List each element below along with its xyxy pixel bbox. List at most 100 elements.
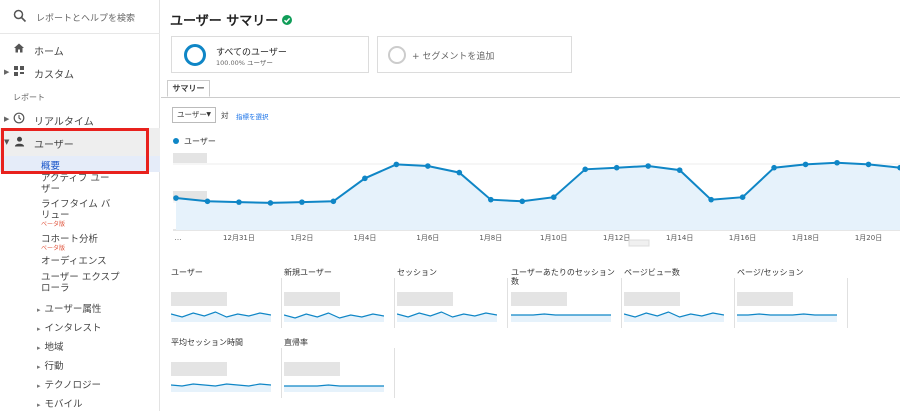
metric-card[interactable]: 平均セッション時間 xyxy=(171,338,284,393)
nav-cohort-label: コホート分析 xyxy=(41,234,99,245)
metric-card[interactable]: ユーザーあたりのセッション数 xyxy=(511,268,624,323)
legend-dot xyxy=(173,138,179,144)
metric-value-placeholder xyxy=(511,292,567,306)
select-metric-link[interactable]: 指標を選択 xyxy=(236,111,269,121)
metric-card[interactable]: セッション xyxy=(397,268,510,323)
search-bar[interactable]: レポートとヘルプを検索 xyxy=(0,0,160,34)
metric-value-placeholder xyxy=(284,362,340,376)
nav-user-explorer[interactable]: ユーザー エクスプローラ xyxy=(41,272,121,294)
beta-badge: ベータ版 xyxy=(41,221,66,228)
nav-audience[interactable]: オーディエンス xyxy=(41,256,107,267)
data-point[interactable] xyxy=(834,159,840,166)
metric-sparkline xyxy=(171,383,271,392)
data-point[interactable] xyxy=(550,194,557,200)
nav-interests[interactable]: ▸ インタレスト xyxy=(37,320,102,334)
data-point[interactable] xyxy=(582,166,589,173)
nav-demographics[interactable]: ▸ ユーザー属性 xyxy=(37,301,101,315)
nav-users[interactable]: ▼ ユーザー xyxy=(0,128,160,156)
x-tick-label: 1月6日 xyxy=(416,234,439,242)
data-point[interactable] xyxy=(519,198,526,205)
metric-sparkline xyxy=(171,311,271,322)
caret-right-icon: ▸ xyxy=(37,401,41,409)
metric-card[interactable]: 新規ユーザー xyxy=(284,268,397,323)
chart-scroll-handle[interactable] xyxy=(628,239,650,247)
home-icon xyxy=(14,43,24,53)
x-tick-label: 1月8日 xyxy=(479,234,502,242)
nav-mobile[interactable]: ▸ モバイル xyxy=(37,396,83,410)
metric-card[interactable]: ページ/セッション xyxy=(737,268,850,323)
data-point[interactable] xyxy=(456,169,463,176)
metric-divider xyxy=(847,278,848,328)
metric-divider xyxy=(394,278,395,328)
reports-section-label: レポート xyxy=(13,93,45,102)
data-point[interactable] xyxy=(267,200,274,206)
sparkline-area xyxy=(284,313,384,322)
x-tick-label: 1月2日 xyxy=(290,234,313,242)
nav-mobile-label: モバイル xyxy=(44,399,83,410)
nav-lifetime-value[interactable]: ライフタイム バリュー ベータ版 xyxy=(41,199,117,228)
nav-geo-label: 地域 xyxy=(44,342,64,353)
metric-card[interactable]: 直帰率 xyxy=(284,338,397,393)
main-content: ユーザー サマリー すべてのユーザー 100.00% ユーザー + セグメントを… xyxy=(161,0,900,411)
data-point[interactable] xyxy=(393,161,400,168)
metric-divider xyxy=(507,278,508,328)
data-point[interactable] xyxy=(236,199,242,205)
nav-custom[interactable]: ▶ カスタム xyxy=(0,65,160,81)
data-point[interactable] xyxy=(708,196,714,203)
nav-custom-label: カスタム xyxy=(34,70,74,81)
metric-card[interactable]: ユーザー xyxy=(171,268,284,323)
metric-select[interactable]: ユーザー ▼ xyxy=(172,107,216,123)
metric-value-placeholder xyxy=(737,292,793,306)
segment-all-users[interactable]: すべてのユーザー 100.00% ユーザー xyxy=(171,36,369,73)
segment-ring-icon xyxy=(184,44,206,66)
nav-cohort-analysis[interactable]: コホート分析 ベータ版 xyxy=(41,234,121,252)
search-placeholder: レポートとヘルプを検索 xyxy=(36,14,136,24)
data-point[interactable] xyxy=(771,164,777,171)
data-point[interactable] xyxy=(299,199,305,205)
data-point[interactable] xyxy=(645,163,651,169)
metric-divider xyxy=(281,348,282,398)
data-point[interactable] xyxy=(802,161,809,168)
series-area-fill xyxy=(176,162,900,230)
caret-down-icon: ▼ xyxy=(206,111,211,118)
beta-badge: ベータ版 xyxy=(41,245,66,252)
tab-summary[interactable]: サマリー xyxy=(167,80,210,97)
caret-right-icon: ▸ xyxy=(37,382,41,390)
legend-label: ユーザー xyxy=(184,137,216,146)
sidebar: レポートとヘルプを検索 ホーム ▶ カスタム レポート ▶ リアルタイム ▼ ユ… xyxy=(0,0,160,411)
nav-behavior[interactable]: ▸ 行動 xyxy=(37,358,64,372)
metric-sparkline xyxy=(737,313,837,322)
sparkline-line xyxy=(284,384,384,387)
caret-down-icon: ▼ xyxy=(4,138,10,146)
metric-select-value: ユーザー xyxy=(177,110,207,119)
data-point[interactable] xyxy=(865,161,872,168)
data-point[interactable] xyxy=(362,175,368,182)
nav-realtime[interactable]: ▶ リアルタイム xyxy=(0,112,160,128)
x-tick-label: … xyxy=(175,234,182,242)
data-point[interactable] xyxy=(173,195,179,201)
page-title: ユーザー サマリー xyxy=(170,10,293,29)
nav-overview[interactable]: 概要 xyxy=(0,156,160,172)
add-segment-button[interactable]: + セグメントを追加 xyxy=(377,36,572,73)
data-point[interactable] xyxy=(613,164,620,171)
data-point[interactable] xyxy=(330,198,337,205)
nav-geo[interactable]: ▸ 地域 xyxy=(37,339,64,353)
nav-active-users[interactable]: アクティブ ユーザー xyxy=(41,173,117,195)
data-point[interactable] xyxy=(204,198,211,205)
x-tick-label: 1月18日 xyxy=(792,234,819,242)
metric-value-placeholder xyxy=(171,362,227,376)
data-point[interactable] xyxy=(739,194,746,200)
data-point[interactable] xyxy=(487,196,494,203)
data-point[interactable] xyxy=(676,167,683,173)
metric-card[interactable]: ページビュー数 xyxy=(624,268,737,323)
nav-technology-label: テクノロジー xyxy=(44,380,101,391)
caret-right-icon: ▸ xyxy=(37,325,41,333)
data-point[interactable] xyxy=(425,163,431,169)
nav-home[interactable]: ホーム xyxy=(0,42,160,58)
sparkline-line xyxy=(737,313,837,316)
x-tick-label: 1月20日 xyxy=(855,234,882,242)
metric-label: セッション xyxy=(397,268,437,277)
metric-sparkline xyxy=(397,311,497,322)
nav-technology[interactable]: ▸ テクノロジー xyxy=(37,377,101,391)
users-line-chart: … 12月31日 1月2日 1月4日 1月6日 1月8日 1月10日 1月12日 1月14日 1月… xyxy=(173,153,900,247)
